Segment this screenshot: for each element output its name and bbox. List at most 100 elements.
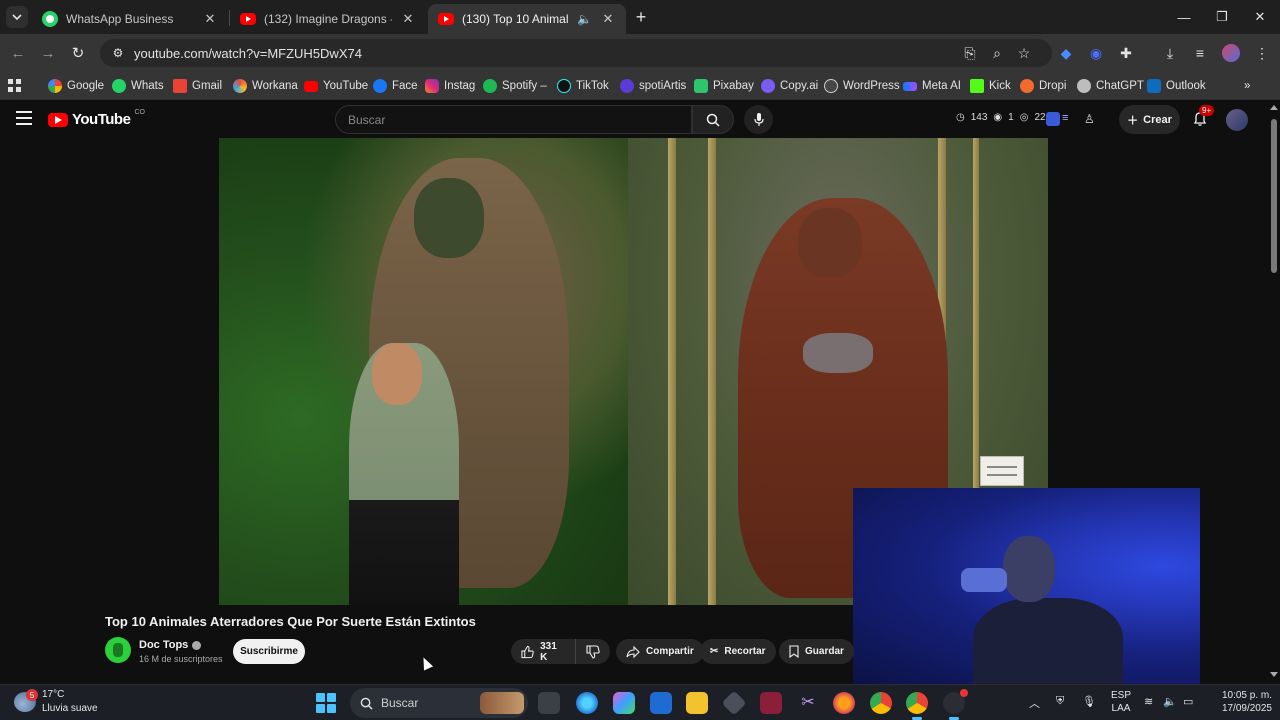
firefox-icon[interactable] bbox=[833, 692, 855, 714]
bookmark-whats[interactable]: Whats bbox=[112, 76, 164, 96]
save-button[interactable]: Guardar bbox=[779, 639, 854, 664]
bookmark-instag[interactable]: Instag bbox=[425, 76, 475, 96]
profile-icon[interactable] bbox=[1221, 43, 1241, 63]
close-icon[interactable]: ✕ bbox=[400, 11, 416, 27]
windows-start-button[interactable] bbox=[316, 693, 336, 713]
bookmark-spotify[interactable]: Spotify – bbox=[483, 76, 547, 96]
forward-button[interactable]: → bbox=[36, 41, 60, 65]
extension-pin-icon[interactable]: ♙ bbox=[1084, 112, 1098, 126]
close-icon[interactable]: ✕ bbox=[202, 11, 218, 27]
channel-name[interactable]: Doc Tops bbox=[139, 639, 202, 651]
bookmark-workana[interactable]: Workana bbox=[233, 76, 298, 96]
bookmark-copyai[interactable]: Copy.ai bbox=[761, 76, 818, 96]
clip-button[interactable]: ✂ Recortar bbox=[700, 639, 776, 664]
system-clock[interactable]: 10:05 p. m. 17/09/2025 bbox=[1208, 689, 1272, 715]
more-menu-icon[interactable]: ⋮ bbox=[1252, 43, 1272, 63]
page-scrollbar[interactable] bbox=[1268, 101, 1280, 684]
address-bar[interactable]: ⚙ youtube.com/watch?v=MFZUH5DwX74 bbox=[100, 39, 1052, 67]
bookmark-meta-ai[interactable]: Meta AI bbox=[903, 76, 961, 96]
restore-button[interactable]: ❐ bbox=[1202, 0, 1242, 34]
minimize-button[interactable]: — bbox=[1164, 0, 1204, 34]
extension-circle-icon[interactable]: ◉ bbox=[1086, 43, 1106, 63]
input-language[interactable]: ESP LAA bbox=[1111, 689, 1131, 715]
scrollbar-thumb[interactable] bbox=[1271, 119, 1277, 273]
dislike-button[interactable] bbox=[576, 639, 610, 664]
scroll-up-icon[interactable] bbox=[1270, 105, 1278, 110]
close-icon[interactable]: ✕ bbox=[600, 11, 616, 27]
zoom-icon[interactable]: ⌕ bbox=[987, 43, 1007, 63]
copilot-icon[interactable] bbox=[613, 692, 635, 714]
security-icon[interactable]: ⛨ bbox=[1056, 695, 1064, 708]
davinci-icon[interactable] bbox=[760, 692, 782, 714]
bookmark-google[interactable]: Google bbox=[48, 76, 104, 96]
bookmark-gmail[interactable]: Gmail bbox=[173, 76, 222, 96]
bookmark-youtube[interactable]: YouTube bbox=[304, 76, 368, 96]
account-avatar[interactable] bbox=[1226, 109, 1248, 131]
reload-button[interactable]: ↻ bbox=[66, 41, 90, 65]
voice-search-button[interactable] bbox=[744, 105, 773, 134]
bookmark-wordpress[interactable]: WordPress bbox=[824, 76, 900, 96]
view-icon: ◎ bbox=[1019, 112, 1029, 123]
weather-widget[interactable]: 5 17°C Lluvia suave bbox=[14, 688, 98, 716]
kick-icon bbox=[970, 79, 984, 93]
bookmark-face[interactable]: Face bbox=[373, 76, 418, 96]
extension-list-icon[interactable]: ≡ bbox=[1062, 112, 1076, 126]
file-explorer-icon[interactable] bbox=[686, 692, 708, 714]
back-button[interactable]: ← bbox=[6, 41, 30, 65]
edge-icon[interactable] bbox=[576, 692, 598, 714]
extensions-puzzle-icon[interactable]: ✚ bbox=[1116, 43, 1136, 63]
battery-icon[interactable]: ▭ bbox=[1183, 695, 1193, 708]
bookmark-star-icon[interactable]: ☆ bbox=[1014, 43, 1034, 63]
menu-icon[interactable] bbox=[16, 111, 32, 125]
tab-top-10-animales[interactable]: (130) Top 10 Animales Aterr 🔈 ✕ bbox=[428, 4, 626, 34]
video-title: Top 10 Animales Aterradores Que Por Suer… bbox=[105, 614, 476, 629]
bookmark-pixabay[interactable]: Pixabay bbox=[694, 76, 754, 96]
search-input[interactable] bbox=[348, 112, 691, 127]
app-shield-icon[interactable] bbox=[721, 690, 747, 716]
snipping-tool-icon[interactable]: ✂ bbox=[797, 692, 819, 714]
extension-blue-icon[interactable] bbox=[1046, 112, 1060, 126]
extension-stats[interactable]: ◷ 143 ◉ 1 ◎ 22 bbox=[956, 112, 1046, 123]
apps-grid-icon[interactable] bbox=[8, 76, 22, 96]
wifi-icon[interactable]: ≋ bbox=[1144, 695, 1153, 708]
bookmark-kick[interactable]: Kick bbox=[970, 76, 1011, 96]
obs-icon[interactable] bbox=[943, 689, 968, 720]
chrome-icon[interactable] bbox=[870, 692, 892, 714]
show-hidden-icons[interactable]: ︿ bbox=[1029, 695, 1040, 711]
taskbar-search[interactable]: Buscar bbox=[350, 688, 528, 718]
install-app-icon[interactable]: ⎘ bbox=[960, 43, 980, 63]
speaker-icon[interactable]: 🔈 bbox=[577, 12, 592, 26]
bookmark-label: Copy.ai bbox=[780, 80, 819, 92]
channel-avatar[interactable] bbox=[105, 637, 131, 663]
bookmark-label: YouTube bbox=[323, 80, 369, 92]
new-tab-button[interactable]: + bbox=[630, 6, 652, 28]
subscribe-button[interactable]: Suscribirme bbox=[233, 639, 305, 664]
bookmark-chatgpt[interactable]: ChatGPT bbox=[1077, 76, 1144, 96]
task-view-icon[interactable] bbox=[538, 692, 560, 714]
close-window-button[interactable]: ✕ bbox=[1240, 0, 1280, 34]
microphone-tray-icon[interactable]: 🎙 bbox=[1082, 695, 1096, 708]
bookmark-spotiartis[interactable]: spotiArtis bbox=[620, 76, 686, 96]
share-button[interactable]: Compartir bbox=[616, 639, 704, 664]
like-button[interactable]: 331 K bbox=[511, 639, 576, 664]
search-button[interactable] bbox=[692, 105, 734, 134]
media-control-icon[interactable]: ≡ bbox=[1190, 43, 1210, 63]
like-dislike-group: 331 K bbox=[511, 639, 610, 664]
bookmark-dropi[interactable]: Dropi bbox=[1020, 76, 1066, 96]
tab-imagine-dragons[interactable]: (132) Imagine Dragons - Thund ✕ bbox=[230, 4, 426, 34]
microsoft-store-icon[interactable] bbox=[650, 692, 672, 714]
download-icon[interactable]: ⤓ bbox=[1160, 43, 1180, 63]
bookmark-outlook[interactable]: Outlook bbox=[1147, 76, 1206, 96]
site-settings-icon[interactable]: ⚙ bbox=[110, 45, 126, 61]
create-button[interactable]: ＋ Crear bbox=[1119, 105, 1180, 134]
bookmark-tiktok[interactable]: TikTok bbox=[557, 76, 609, 96]
youtube-logo[interactable]: YouTube CO bbox=[48, 109, 145, 128]
tab-search-dropdown[interactable] bbox=[6, 6, 28, 28]
extension-tag-icon[interactable]: ◆ bbox=[1056, 43, 1076, 63]
tab-whatsapp[interactable]: WhatsApp Business ✕ bbox=[32, 4, 228, 34]
chrome-active-icon[interactable] bbox=[906, 692, 928, 720]
more-bookmarks-icon[interactable]: » bbox=[1244, 76, 1250, 96]
volume-icon[interactable]: 🔈 bbox=[1163, 695, 1177, 708]
scroll-down-icon[interactable] bbox=[1270, 672, 1278, 677]
video-frame-left bbox=[219, 138, 628, 605]
